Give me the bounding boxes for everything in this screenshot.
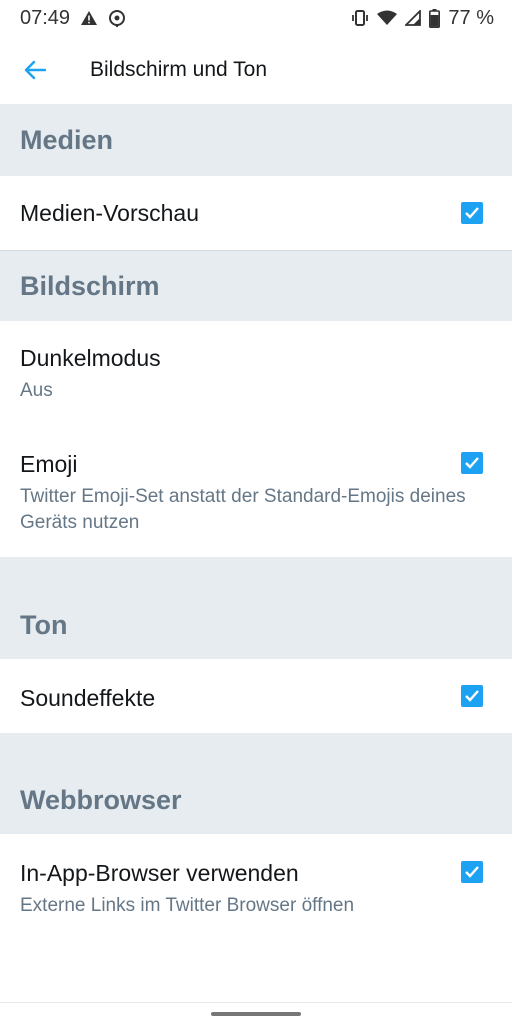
section-title: Bildschirm (20, 270, 160, 301)
setting-description: Twitter Emoji-Set anstatt der Standard-E… (20, 486, 466, 533)
checkmark-icon (465, 866, 479, 878)
emoji-checkbox[interactable] (461, 452, 483, 474)
home-handle[interactable] (211, 1012, 301, 1016)
checkmark-icon (465, 207, 479, 219)
setting-title: Dunkelmodus (20, 345, 161, 371)
battery-percent: 77 % (448, 6, 494, 29)
vibrate-icon (351, 9, 369, 27)
section-header-webbrowser: Webbrowser (0, 733, 512, 834)
in-app-browser-checkbox[interactable] (461, 861, 483, 883)
setting-row-dunkelmodus[interactable]: Dunkelmodus Aus (0, 321, 512, 411)
wifi-icon (377, 10, 398, 26)
warning-icon (80, 10, 98, 26)
setting-row-soundeffekte[interactable]: Soundeffekte (0, 659, 512, 733)
section-header-bildschirm: Bildschirm (0, 250, 512, 321)
setting-row-medien-vorschau[interactable]: Medien-Vorschau (0, 176, 512, 249)
status-bar: 07:49 77 % (0, 0, 512, 36)
section-title: Webbrowser (20, 785, 182, 815)
navigation-bar (0, 1002, 512, 1025)
status-time: 07:49 (20, 6, 71, 29)
battery-icon (429, 8, 441, 28)
section-title: Medien (20, 124, 114, 155)
medien-vorschau-checkbox[interactable] (461, 202, 483, 224)
section-title: Ton (20, 610, 68, 640)
checkmark-icon (465, 690, 479, 702)
app-bar: Bildschirm und Ton (0, 36, 512, 105)
checkmark-icon (465, 457, 479, 469)
section-header-medien: Medien (0, 104, 512, 176)
status-bar-left: 07:49 (20, 7, 126, 30)
setting-description: Externe Links im Twitter Browser öffnen (20, 895, 355, 916)
setting-row-in-app-browser[interactable]: In-App-Browser verwenden Externe Links i… (0, 834, 512, 944)
setting-title: Soundeffekte (20, 685, 156, 711)
signal-icon (405, 10, 422, 26)
setting-title: Medien-Vorschau (20, 200, 199, 226)
setting-row-emoji[interactable]: Emoji Twitter Emoji-Set anstatt der Stan… (0, 411, 512, 557)
section-header-ton: Ton (0, 557, 512, 659)
status-bar-right: 77 % (351, 7, 494, 30)
setting-title: In-App-Browser verwenden (20, 860, 299, 886)
location-icon (108, 9, 126, 27)
back-arrow-icon (24, 60, 46, 80)
soundeffekte-checkbox[interactable] (461, 685, 483, 707)
back-button[interactable] (0, 36, 70, 104)
page-title: Bildschirm und Ton (90, 58, 268, 81)
setting-title: Emoji (20, 451, 78, 477)
setting-value: Aus (20, 380, 53, 401)
